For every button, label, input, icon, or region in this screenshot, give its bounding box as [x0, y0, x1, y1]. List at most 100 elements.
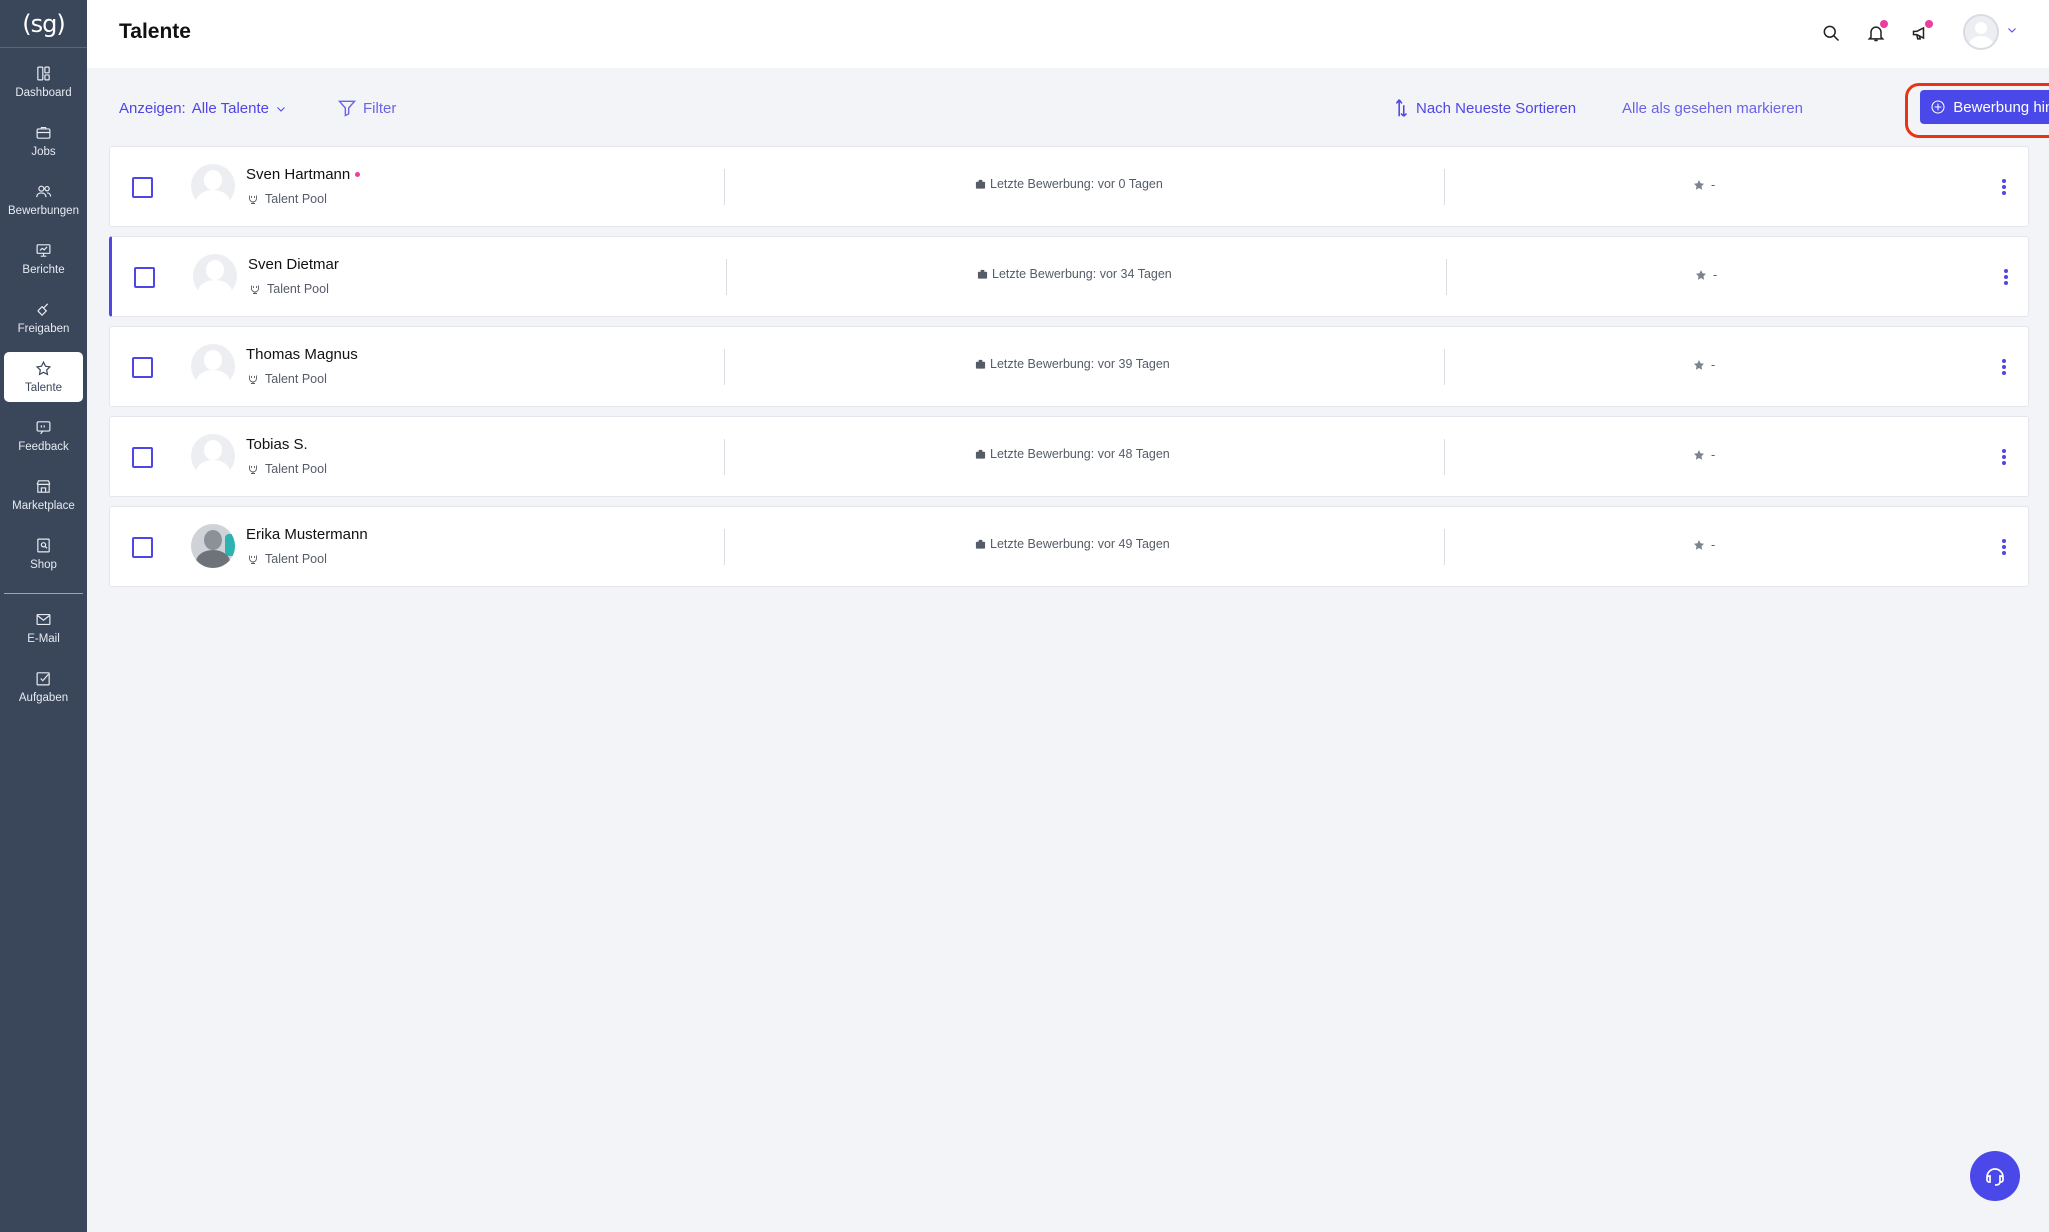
column-divider — [1444, 439, 1445, 475]
column-divider — [1444, 169, 1445, 205]
row-checkbox[interactable] — [132, 537, 153, 558]
search-button[interactable] — [1820, 22, 1842, 44]
sidebar-item-label: Bewerbungen — [8, 205, 79, 217]
notifications-button[interactable] — [1865, 20, 1888, 44]
last-application: Letzte Bewerbung: vor 34 Tagen — [977, 267, 1172, 281]
talent-pool-tag: Talent Pool — [247, 192, 327, 206]
column-divider — [1446, 259, 1447, 295]
checkbox-icon — [36, 672, 50, 686]
talent-name[interactable]: Sven Hartmann — [246, 166, 361, 183]
chevron-down-icon — [277, 106, 285, 112]
headset-icon — [1986, 1168, 2004, 1186]
row-menu-button[interactable] — [2000, 536, 2008, 558]
user-menu[interactable] — [1963, 14, 2018, 50]
sidebar-item-berichte[interactable]: Berichte — [4, 234, 83, 284]
sort-label: Nach Neueste Sortieren — [1416, 99, 1577, 117]
rating: - — [1693, 178, 1715, 192]
sidebar-item-label: Dashboard — [15, 87, 72, 99]
top-header: Talente — [87, 0, 2049, 68]
sidebar-item-label: Berichte — [22, 264, 65, 276]
talent-pool-tag: Talent Pool — [249, 282, 329, 296]
sidebar-item-label: Freigaben — [17, 323, 70, 335]
sidebar-item-freigaben[interactable]: Freigaben — [4, 293, 83, 343]
sidebar-item-shop[interactable]: Shop — [4, 529, 83, 579]
sort-button[interactable]: Nach Neueste Sortieren — [1394, 97, 1576, 119]
talent-name[interactable]: Erika Mustermann — [246, 526, 368, 543]
row-checkbox[interactable] — [134, 267, 155, 288]
app-logo[interactable]: (sg) — [0, 0, 87, 48]
talent-name[interactable]: Tobias S. — [246, 436, 308, 453]
announcement-dot — [1925, 20, 1933, 28]
row-checkbox[interactable] — [132, 447, 153, 468]
view-dropdown-label: Anzeigen: — [119, 100, 186, 117]
sidebar-item-talente[interactable]: Talente — [4, 352, 83, 402]
sidebar-item-bewerbungen[interactable]: Bewerbungen — [4, 175, 83, 225]
last-application: Letzte Bewerbung: vor 49 Tagen — [975, 537, 1170, 551]
sidebar-item-aufgaben[interactable]: Aufgaben — [4, 662, 83, 712]
column-divider — [726, 259, 727, 295]
column-divider — [724, 439, 725, 475]
sidebar-divider — [4, 593, 83, 594]
table-row[interactable]: Sven Hartmann Talent Pool Letzte Bewerbu… — [109, 146, 2029, 227]
avatar — [191, 434, 235, 478]
filter-button[interactable]: Filter — [337, 98, 396, 118]
briefcase-icon — [36, 126, 51, 139]
mark-all-seen-link[interactable]: Alle als gesehen markieren — [1622, 100, 1803, 117]
pool-icon — [249, 195, 257, 204]
pool-icon — [249, 555, 257, 564]
talent-name[interactable]: Thomas Magnus — [246, 346, 358, 363]
table-row[interactable]: Erika Mustermann Talent Pool Letzte Bewe… — [109, 506, 2029, 587]
sidebar-item-email[interactable]: E-Mail — [4, 603, 83, 653]
sidebar-item-label: Aufgaben — [18, 692, 69, 704]
talent-pool-tag: Talent Pool — [247, 372, 327, 386]
store-icon — [36, 480, 51, 493]
column-divider — [724, 529, 725, 565]
support-chat-button[interactable] — [1970, 1151, 2020, 1201]
sort-arrows-icon — [1395, 99, 1408, 117]
view-dropdown-value: Alle Talente — [191, 100, 269, 117]
row-checkbox[interactable] — [132, 177, 153, 198]
sidebar-item-label: Shop — [30, 559, 57, 571]
row-menu-button[interactable] — [2000, 176, 2008, 198]
avatar — [191, 164, 235, 208]
sidebar: (sg) Dashboard Jobs Bewerbungen Berichte… — [0, 0, 87, 1232]
pool-icon — [249, 375, 257, 384]
sidebar-item-jobs[interactable]: Jobs — [4, 116, 83, 166]
sidebar-item-label: E-Mail — [27, 633, 60, 645]
star-icon — [1694, 450, 1704, 460]
talent-pool-tag: Talent Pool — [247, 552, 327, 566]
sidebar-item-feedback[interactable]: Feedback — [4, 411, 83, 461]
sidebar-item-marketplace[interactable]: Marketplace — [4, 470, 83, 520]
pool-icon — [249, 465, 257, 474]
column-divider — [1444, 529, 1445, 565]
list-toolbar: Anzeigen: Alle Talente Filter Nach Neues… — [87, 68, 2049, 144]
plus-circle-icon — [1931, 100, 1945, 114]
search-document-icon — [37, 538, 50, 553]
row-menu-button[interactable] — [2000, 356, 2008, 378]
sidebar-item-label: Talente — [24, 382, 63, 394]
star-icon — [1694, 360, 1704, 370]
table-row[interactable]: Tobias S. Talent Pool Letzte Bewerbung: … — [109, 416, 2029, 497]
last-application: Letzte Bewerbung: vor 48 Tagen — [975, 447, 1170, 461]
table-row[interactable]: Thomas Magnus Talent Pool Letzte Bewerbu… — [109, 326, 2029, 407]
talent-name[interactable]: Sven Dietmar — [248, 256, 339, 273]
avatar — [191, 344, 235, 388]
row-checkbox[interactable] — [132, 357, 153, 378]
sidebar-item-label: Marketplace — [12, 500, 75, 512]
add-application-button[interactable]: Bewerbung hinzufügen — [1920, 90, 2049, 124]
add-application-label: Bewerbung hinzufügen — [1953, 98, 2049, 116]
new-indicator-dot — [355, 172, 361, 177]
notification-dot — [1880, 20, 1888, 28]
table-row[interactable]: Sven Dietmar Talent Pool Letzte Bewerbun… — [109, 236, 2029, 317]
star-icon — [1696, 270, 1706, 280]
row-menu-button[interactable] — [2000, 446, 2008, 468]
announcements-button[interactable] — [1910, 20, 1933, 44]
hand-pointer-icon — [37, 303, 49, 317]
sidebar-item-dashboard[interactable]: Dashboard — [4, 57, 83, 107]
page-title: Talente — [119, 20, 191, 43]
briefcase-icon — [977, 269, 988, 279]
mail-icon — [36, 613, 51, 626]
row-menu-button[interactable] — [2002, 266, 2010, 288]
view-dropdown[interactable]: Anzeigen: Alle Talente — [119, 100, 287, 117]
talent-list: Sven Hartmann Talent Pool Letzte Bewerbu… — [109, 146, 2029, 596]
